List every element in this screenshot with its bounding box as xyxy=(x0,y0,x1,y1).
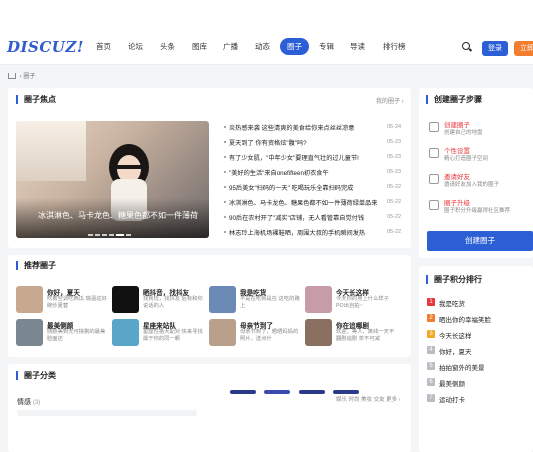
category-pill xyxy=(299,390,325,394)
gear-icon xyxy=(429,148,439,158)
nav-item[interactable]: 首页 xyxy=(96,41,111,52)
news-date: 05-23 xyxy=(387,169,402,175)
category-title: 圈子分类 xyxy=(16,371,56,380)
news-date: 05-22 xyxy=(387,229,402,235)
category-group[interactable]: 情感 (3) xyxy=(17,397,40,407)
circle-desc: 不是在吃就是在 这吃的路上 xyxy=(240,296,300,309)
news-date: 05-22 xyxy=(387,184,402,190)
step-desc: 精心打造圈子空间 xyxy=(444,156,489,162)
rank-number: 4 xyxy=(427,346,435,354)
category-placeholder xyxy=(17,410,197,416)
rank-name[interactable]: 今天长这样 xyxy=(439,330,472,340)
circle-avatar[interactable] xyxy=(209,286,236,313)
circle-avatar[interactable] xyxy=(112,286,139,313)
banner-window xyxy=(16,121,86,181)
circle-avatar[interactable] xyxy=(16,319,43,346)
hand-icon xyxy=(429,122,439,132)
circle-desc: 侧颜美到无可挑剔的最美脸面还 xyxy=(47,329,106,342)
nav-item[interactable]: 排行榜 xyxy=(383,41,406,52)
nav-item[interactable]: 圈子 xyxy=(280,38,309,55)
ranking-card xyxy=(419,266,533,452)
rank-name[interactable]: 晒出你的幸福笑脸 xyxy=(439,314,491,324)
category-pill xyxy=(230,390,256,394)
step-desc: 邀请好友加入我的圈子 xyxy=(444,182,500,188)
news-item[interactable]: 有了少女肌，"中年少女"要理直气壮的过儿童节! xyxy=(224,153,359,162)
invite-icon xyxy=(429,174,439,184)
rank-name[interactable]: 最美侧颜 xyxy=(439,378,465,388)
login-button[interactable]: 登录 xyxy=(482,41,508,56)
news-item[interactable]: 林志玲上海机场裸鞋晒，周围大叔的手机瞬间发热 xyxy=(224,228,365,237)
breadcrumb: › 圈子 xyxy=(8,71,35,80)
recommend-title: 推荐圈子 xyxy=(16,261,56,270)
news-item[interactable]: 夏天到了 你有资格炫"腹"吗? xyxy=(224,138,307,147)
site-logo[interactable]: DISCUZ! xyxy=(7,38,84,56)
news-item[interactable]: 95后美女"扫码的一天" 吃喝玩乐全靠扫码完成 xyxy=(224,183,353,192)
search-icon[interactable] xyxy=(462,42,470,50)
news-item[interactable]: 冰淇淋色、马卡龙色、糖果色都不如一件薄荷绿单品来 xyxy=(224,198,378,207)
rank-name[interactable]: 你好，夏天 xyxy=(439,346,472,356)
rank-number: 2 xyxy=(427,314,435,322)
top-header: DISCUZ! 首页 论坛 头条 图库 广播 动态 圈子 专辑 导读 排行榜 登录 立即 xyxy=(0,0,533,65)
rank-number: 1 xyxy=(427,298,435,306)
category-card xyxy=(8,364,411,452)
breadcrumb-current[interactable]: 圈子 xyxy=(23,74,35,80)
category-pill xyxy=(333,390,359,394)
step-desc: 圈子积分升级赢得社区推荐 xyxy=(444,208,511,214)
ranking-title: 圈子积分排行 xyxy=(426,275,482,284)
nav-item[interactable]: 图库 xyxy=(192,41,207,52)
category-pill xyxy=(264,390,290,394)
circle-avatar[interactable] xyxy=(112,319,139,346)
circle-desc: 母亲节到了，晒晒妈妈的照片，送点什 xyxy=(240,329,299,342)
news-date: 05-23 xyxy=(387,154,402,160)
category-tabs[interactable]: 娱乐 时尚 美妆 交友 更多 › xyxy=(336,395,400,403)
news-item[interactable]: 炎热感来袭 这些清爽的美食给你来点丝丝凉意 xyxy=(224,123,354,132)
category-group-name: 情感 xyxy=(17,399,31,406)
nav-item[interactable]: 导读 xyxy=(350,41,365,52)
circle-avatar[interactable] xyxy=(16,286,43,313)
nav-item[interactable]: 动态 xyxy=(255,41,270,52)
rank-number: 7 xyxy=(427,394,435,402)
news-date: 05-22 xyxy=(387,214,402,220)
circle-desc: 吹着空调吃西瓜 瑞温这好碗炒夏替 xyxy=(47,296,107,309)
category-group-count: (3) xyxy=(32,400,41,406)
focus-title: 圈子焦点 xyxy=(16,95,56,104)
circle-avatar[interactable] xyxy=(305,286,332,313)
nav-item[interactable]: 广播 xyxy=(223,41,238,52)
banner-caption[interactable]: 冰淇淋色、马卡龙色、糖果色都不如一件薄荷 xyxy=(38,210,198,221)
circle-desc: 找我玩，找抖友 后有和你说话的人 xyxy=(143,296,203,309)
news-item[interactable]: "美好的生活"来自onefifteen初衣食午 xyxy=(224,168,329,177)
news-date: 05-22 xyxy=(387,199,402,205)
banner-pager[interactable] xyxy=(88,226,133,244)
rank-number: 6 xyxy=(427,378,435,386)
circle-desc: 今天你的身上什么样子 PO出自拍~ xyxy=(336,296,389,309)
rank-name[interactable]: 运动打卡 xyxy=(439,394,465,404)
circle-avatar[interactable] xyxy=(209,319,236,346)
my-circles-link[interactable]: 我的圈子 › xyxy=(376,96,404,105)
step-desc: 创建自己的地盘 xyxy=(444,130,483,136)
nav-item[interactable]: 头条 xyxy=(160,41,175,52)
rank-number: 5 xyxy=(427,362,435,370)
circle-avatar[interactable] xyxy=(305,319,332,346)
steps-title: 创建圈子步骤 xyxy=(426,95,482,104)
news-item[interactable]: 90后在农村开了"减实"店铺，无人看管靠自觉付钱 xyxy=(224,213,364,222)
thumb-icon xyxy=(429,200,439,210)
focus-banner[interactable]: 冰淇淋色、马卡龙色、糖果色都不如一件薄荷 xyxy=(16,121,209,238)
rank-name[interactable]: 拍拍窗外的美景 xyxy=(439,362,485,372)
create-circle-button[interactable]: 创建圈子 xyxy=(427,231,533,251)
news-date: 05-23 xyxy=(387,139,402,145)
nav-item[interactable]: 专辑 xyxy=(319,41,334,52)
circle-desc: 星座性格大配对 快来寻找属于你的同一颗 xyxy=(143,329,203,342)
home-icon[interactable] xyxy=(8,73,16,79)
nav-item[interactable]: 论坛 xyxy=(128,41,143,52)
news-date: 05-24 xyxy=(387,124,402,130)
rank-number: 3 xyxy=(427,330,435,338)
rank-name[interactable]: 我是吃货 xyxy=(439,298,465,308)
circle-desc: 欢迎、等人、离线一天不翻剧追剧 茶不可减 xyxy=(336,329,395,342)
register-button[interactable]: 立即 xyxy=(514,41,533,56)
